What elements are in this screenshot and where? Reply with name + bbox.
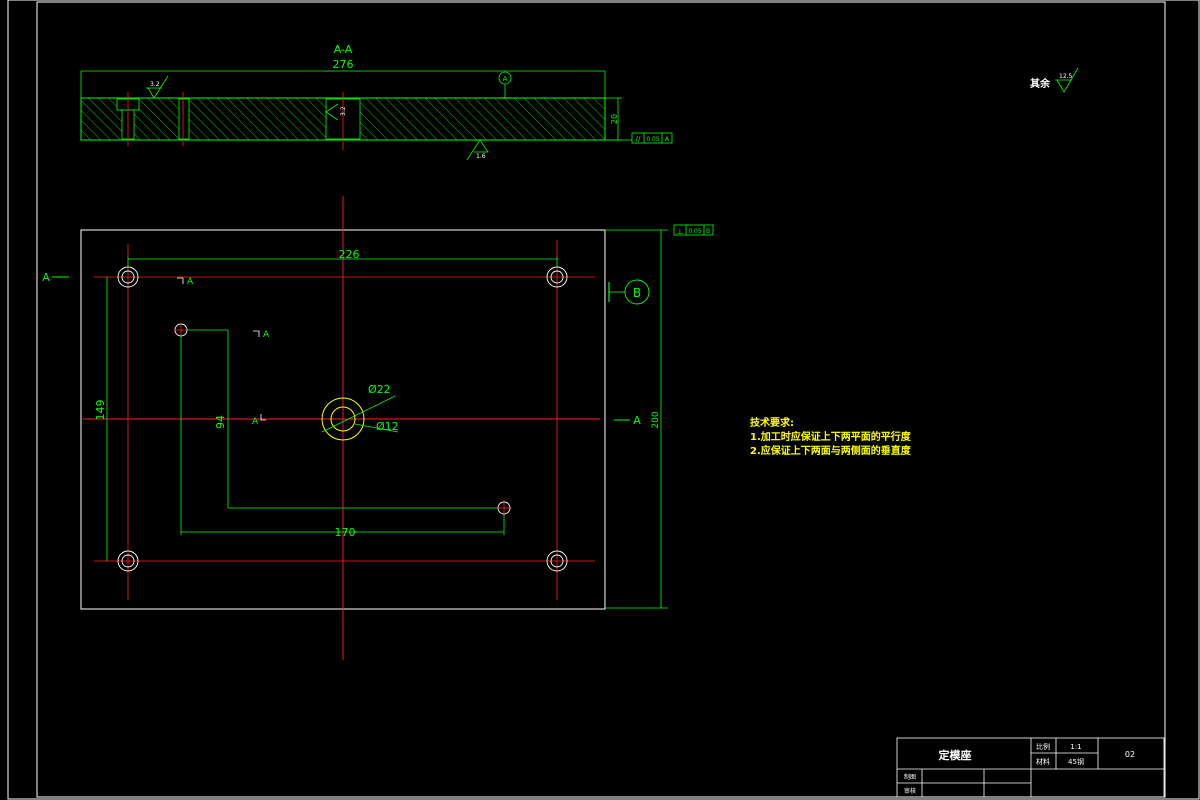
dim-hole-spacing-y: 149 xyxy=(94,400,107,421)
section-mark-right: A xyxy=(633,414,641,427)
surface-finish-note: 其余 12.5 xyxy=(1030,67,1079,93)
dim-offset-y: 94 xyxy=(214,415,227,429)
tech-item: 1.加工时应保证上下两平面的平行度 xyxy=(750,430,912,443)
section-title: A-A xyxy=(334,43,353,56)
rest-label: 其余 xyxy=(1030,77,1051,90)
section-mark-left: A xyxy=(42,271,50,284)
plan-view: Ø22 Ø12 226 149 170 94 200 ⊥ 0.05 B B A … xyxy=(42,196,714,660)
part-name: 定模座 xyxy=(939,748,972,762)
parallelism-symbol: // xyxy=(636,135,641,143)
cad-drawing: A-A 276 3.2 3.2 A 20 // 0.05 A 1.6 Ø22 Ø… xyxy=(7,0,1200,800)
section-cut-mark-3: A xyxy=(252,417,259,427)
material-label: 材料 xyxy=(1036,757,1050,766)
parallelism-datum: A xyxy=(665,136,670,143)
datum-a-label: A xyxy=(503,75,508,83)
tech-requirements: 技术要求: 1.加工时应保证上下两平面的平行度 2.应保证上下两面与两侧面的垂直… xyxy=(750,416,912,457)
roughness-top: 3.2 xyxy=(150,81,160,88)
section-view: A-A 276 3.2 3.2 A 20 // 0.05 A 1.6 xyxy=(80,43,673,161)
parallelism-value: 0.05 xyxy=(646,136,660,143)
tech-heading: 技术要求: xyxy=(750,416,794,429)
datum-b-label: B xyxy=(633,286,641,300)
dim-hole-spacing-x: 226 xyxy=(339,248,360,261)
through-hole xyxy=(178,98,190,140)
perpendicularity-value: 0.05 xyxy=(688,228,702,235)
scale-value: 1:1 xyxy=(1070,743,1081,751)
rest-roughness: 12.5 xyxy=(1059,73,1073,80)
roughness-bottom: 1.6 xyxy=(476,153,486,160)
dim-thickness: 20 xyxy=(610,114,619,124)
tech-item: 2.应保证上下两面与两侧面的垂直度 xyxy=(750,444,912,457)
roughness-pocket: 3.2 xyxy=(340,106,347,116)
title-block xyxy=(896,737,1165,798)
section-cut-mark-1: A xyxy=(187,277,194,287)
section-cut-mark-2: A xyxy=(263,330,270,340)
dim-offset-x: 170 xyxy=(335,526,356,539)
drawn-label: 制图 xyxy=(904,773,916,781)
dia-inner: Ø12 xyxy=(376,420,399,433)
dim-overall-length: 276 xyxy=(333,58,354,71)
dim-height: 200 xyxy=(651,411,661,428)
dia-outer: Ø22 xyxy=(368,383,391,396)
perpendicularity-symbol: ⊥ xyxy=(677,227,684,236)
scale-label: 比例 xyxy=(1036,742,1050,751)
drawing-number: 02 xyxy=(1125,750,1135,759)
perpendicularity-datum: B xyxy=(706,228,710,235)
material-value: 45钢 xyxy=(1068,757,1084,766)
checked-label: 审核 xyxy=(904,787,916,795)
